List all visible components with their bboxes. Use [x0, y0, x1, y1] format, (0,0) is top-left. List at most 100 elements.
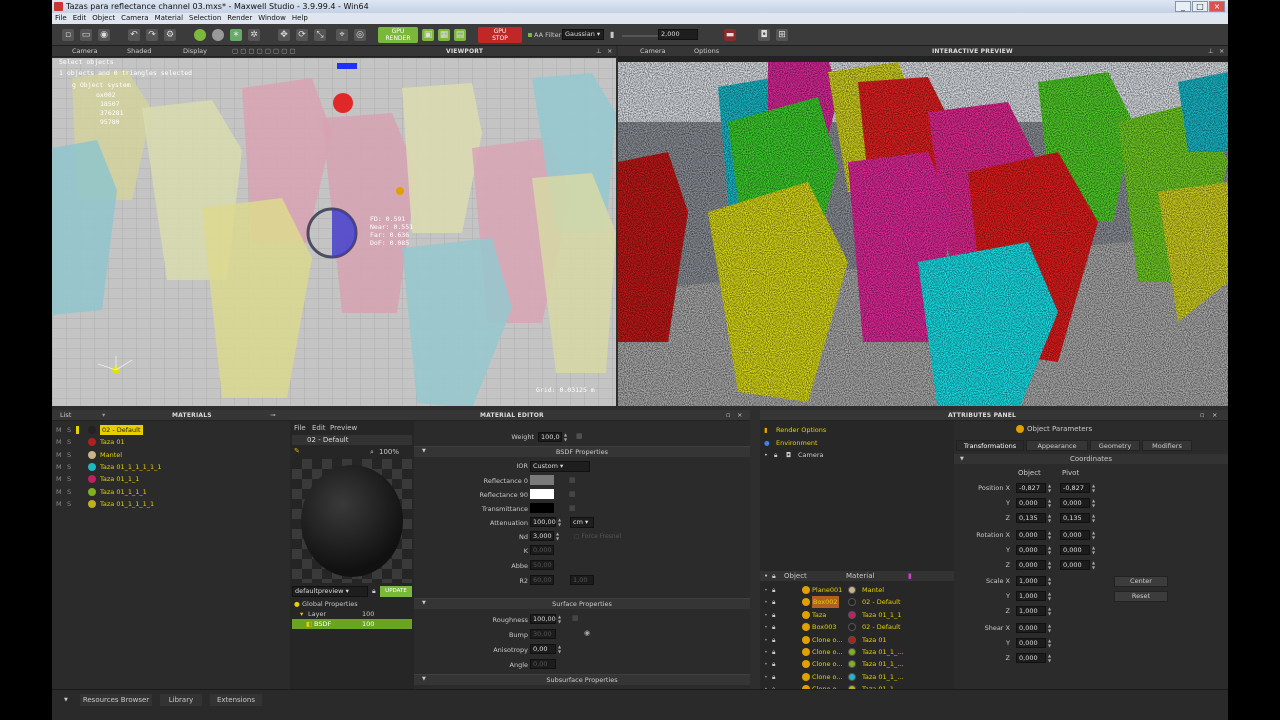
menu-object[interactable]: Object [89, 13, 118, 24]
material-editor-float-icon[interactable]: ▫ [726, 410, 730, 421]
attr-scale-z-object[interactable]: 1,000 [1016, 606, 1046, 616]
gpu-stop-button[interactable]: GPU STOP [478, 27, 522, 43]
attr-scale-x-spinner[interactable]: ▲ ▼ [1048, 576, 1053, 586]
roughness-input[interactable]: 100,00 [530, 614, 556, 624]
menu-edit[interactable]: Edit [70, 13, 90, 24]
material-paint-icon[interactable]: ✎ [294, 447, 300, 455]
material-sync-toggle[interactable]: S [67, 486, 71, 498]
r2-input-b[interactable]: 1,00 [570, 575, 594, 585]
bump-input[interactable]: 30,00 [530, 629, 556, 639]
material-sync-toggle[interactable]: S [67, 473, 71, 485]
mat-editor-preview-menu[interactable]: Preview [330, 424, 357, 432]
attr-rotation-x-spinner[interactable]: ▲ ▼ [1048, 530, 1053, 540]
menu-selection[interactable]: Selection [186, 13, 224, 24]
subsurface-collapse-icon[interactable]: ▼ [422, 676, 426, 682]
move-tool-icon[interactable]: ✥ [278, 29, 290, 41]
material-name-field[interactable]: 02 - Default [292, 435, 412, 445]
render-region-icon[interactable]: ▣ [422, 29, 434, 41]
multilight-icon[interactable]: ▬ [724, 29, 736, 41]
close-button[interactable]: × [1209, 1, 1225, 12]
attr-rotation-z-object[interactable]: 0,000 [1016, 560, 1046, 570]
object-list-row[interactable]: • 🔒︎ Clone o... Taza 01_1_... [760, 658, 954, 670]
material-visibility-toggle[interactable]: M [56, 461, 62, 473]
viewport-camera-menu[interactable]: Camera [72, 46, 98, 57]
attr-rotation-x-pivot-spinner[interactable]: ▲ ▼ [1092, 530, 1097, 540]
weight-input[interactable]: 100,0 [538, 432, 562, 442]
bump-map-icon[interactable]: ◉ [584, 629, 590, 637]
object-list-row[interactable]: • 🔒︎ Box003 02 - Default [760, 621, 954, 633]
roughness-texture-icon[interactable]: ▦ [572, 614, 579, 622]
attr-scale-x-object[interactable]: 1,000 [1016, 576, 1046, 586]
object-lock-icon[interactable]: 🔒︎ [772, 621, 775, 633]
attr-position-z-pivot[interactable]: 0,135 [1060, 513, 1090, 523]
menu-camera[interactable]: Camera [118, 13, 151, 24]
attr-shear-y-object[interactable]: 0,000 [1016, 638, 1046, 648]
object-list-row[interactable]: • 🔒︎ Clone o... Taza 01_1_... [760, 671, 954, 683]
attr-position-y-pivot[interactable]: 0,000 [1060, 498, 1090, 508]
object-list-row[interactable]: • 🔒︎ Taza Taza 01_1_1 [760, 609, 954, 621]
snapshot-camera-icon[interactable]: ◘ [758, 29, 770, 41]
preview-camera-menu[interactable]: Camera [640, 46, 666, 57]
attr-rotation-y-object[interactable]: 0,000 [1016, 545, 1046, 555]
minimize-button[interactable]: _ [1175, 1, 1191, 12]
tab-extensions[interactable]: Extensions [210, 694, 262, 706]
attenuation-spinner[interactable]: ▲ ▼ [558, 517, 563, 527]
attr-scale-y-spinner[interactable]: ▲ ▼ [1048, 591, 1053, 601]
preview-pin-icon[interactable]: ⊥ [1208, 46, 1214, 57]
roughness-spinner[interactable]: ▲ ▼ [558, 614, 563, 624]
scale-tool-icon[interactable]: ⤡ [314, 29, 326, 41]
scene-tree-item[interactable]: ▮ Render Options [760, 424, 954, 436]
object-column-header[interactable]: Object [784, 571, 807, 581]
material-sync-toggle[interactable]: S [67, 498, 71, 510]
attr-scale-y-object[interactable]: 1,000 [1016, 591, 1046, 601]
viewport-pin-icon[interactable]: ⊥ [596, 46, 602, 57]
reset-pivot-button[interactable]: Reset [1114, 591, 1168, 602]
material-visibility-toggle[interactable]: M [56, 436, 62, 448]
object-visibility-icon[interactable]: • [764, 646, 768, 658]
object-list-row[interactable]: • 🔒︎ Plane001 Mantel [760, 584, 954, 596]
attr-position-x-pivot[interactable]: -0,827 [1060, 483, 1090, 493]
attr-position-y-spinner[interactable]: ▲ ▼ [1048, 498, 1053, 508]
settings-gear-icon[interactable]: ⚙ [164, 29, 176, 41]
object-visibility-icon[interactable]: • [764, 658, 768, 670]
preview-options-menu[interactable]: Options [694, 46, 719, 57]
attr-rotation-z-spinner[interactable]: ▲ ▼ [1048, 560, 1053, 570]
bsdf-collapse-icon[interactable]: ▼ [422, 448, 426, 454]
attr-shear-x-object[interactable]: 0,000 [1016, 623, 1046, 633]
k-input[interactable]: 0,000 [530, 545, 554, 555]
attr-position-x-spinner[interactable]: ▲ ▼ [1048, 483, 1053, 493]
aa-filter-select[interactable]: Gaussian ▾ [562, 29, 604, 40]
nd-input[interactable]: 3,000 [530, 531, 554, 541]
viewport-tool-icons[interactable]: ▢ ▢ ▢ ▢ ▢ ▢ ▢ ▢ [232, 46, 296, 57]
attr-rotation-y-pivot[interactable]: 0,000 [1060, 545, 1090, 555]
material-visibility-toggle[interactable]: M [56, 498, 62, 510]
emitter-icon[interactable]: ✶ [230, 29, 242, 41]
materials-list-select[interactable]: List [60, 410, 71, 421]
object-visibility-icon[interactable]: • [764, 609, 768, 621]
object-lock-icon[interactable]: 🔒︎ [772, 584, 775, 596]
menu-file[interactable]: File [52, 13, 70, 24]
maximize-button[interactable]: □ [1192, 1, 1208, 12]
menu-material[interactable]: Material [152, 13, 186, 24]
surface-section-header[interactable]: Surface Properties [414, 598, 750, 609]
material-sync-toggle[interactable]: S [67, 449, 71, 461]
sampling-level-field[interactable]: 2,000 [658, 29, 698, 40]
anisotropy-input[interactable]: 0,00 [530, 644, 556, 654]
material-visibility-toggle[interactable]: M [56, 424, 62, 436]
pick-focus-icon[interactable]: ⌖ [336, 29, 348, 41]
material-list-item[interactable]: M S Taza 01_1_1_1_1 [52, 498, 290, 510]
ior-select[interactable]: Custom ▾ [530, 461, 590, 472]
object-lock-icon[interactable]: 🔒︎ [772, 609, 775, 621]
interactive-preview-render[interactable] [618, 62, 1228, 406]
save-file-icon[interactable]: ◉ [98, 29, 110, 41]
mat-editor-file-menu[interactable]: File [294, 424, 306, 432]
object-visibility-icon[interactable]: • [764, 634, 768, 646]
force-fresnel-checkbox[interactable]: ▢ Force Fresnel [574, 533, 621, 540]
object-list-row[interactable]: • 🔒︎ Box002 02 - Default [760, 596, 954, 609]
transmittance-texture-icon[interactable]: ▦ [569, 504, 576, 512]
menu-render[interactable]: Render [224, 13, 255, 24]
reflectance0-swatch[interactable] [530, 475, 554, 485]
new-file-icon[interactable]: ▫ [62, 29, 74, 41]
scene-tree-item[interactable]: ◘ • 🔒︎ Camera [760, 449, 954, 461]
preview-scene-select[interactable]: defaultpreview ▾ [292, 586, 368, 597]
